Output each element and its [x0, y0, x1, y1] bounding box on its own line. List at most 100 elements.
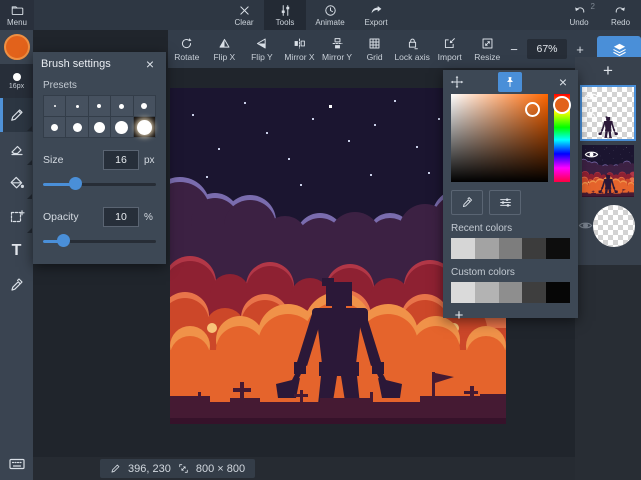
- zoom-out-button[interactable]: −: [506, 39, 522, 59]
- undo-button[interactable]: 2 Undo: [558, 0, 600, 30]
- brush-preset-4[interactable]: [111, 96, 132, 116]
- brush-preset-16[interactable]: [134, 117, 155, 137]
- eyedropper-icon: [9, 277, 25, 293]
- zoom-level[interactable]: 67%: [527, 39, 567, 59]
- brush-settings-close-icon[interactable]: ×: [142, 56, 158, 72]
- menu-button[interactable]: Menu: [0, 0, 34, 30]
- opacity-slider-thumb[interactable]: [57, 234, 70, 247]
- clock-icon: [324, 4, 337, 17]
- tool-eraser[interactable]: [0, 132, 33, 166]
- flip-y-label: Flip Y: [251, 52, 273, 62]
- flip-x-button[interactable]: Flip X: [206, 30, 244, 68]
- mirror-x-button[interactable]: Mirror X: [281, 30, 319, 68]
- size-slider[interactable]: [43, 177, 156, 191]
- opacity-input[interactable]: [103, 207, 139, 227]
- undo-count-badge: 2: [591, 2, 595, 11]
- keyboard-icon: [9, 458, 25, 470]
- hue-slider[interactable]: [554, 94, 570, 182]
- recent-colors-label: Recent colors: [451, 223, 570, 234]
- hue-selector[interactable]: [553, 96, 571, 114]
- brush-preset-6[interactable]: [44, 117, 65, 137]
- mirror-y-button[interactable]: Mirror Y: [318, 30, 356, 68]
- move-icon[interactable]: [450, 75, 464, 89]
- color-swatch[interactable]: [451, 282, 475, 303]
- clear-button[interactable]: Clear: [224, 0, 264, 30]
- color-swatch[interactable]: [499, 238, 523, 259]
- brush-preset-5[interactable]: [134, 96, 155, 116]
- tool-options-corner: [27, 160, 32, 165]
- brush-preset-3[interactable]: [89, 96, 110, 116]
- tool-options-corner: [27, 126, 32, 131]
- paint-bucket-icon: [9, 175, 25, 191]
- sb-selector[interactable]: [525, 102, 540, 117]
- tool-fill[interactable]: [0, 166, 33, 200]
- add-layer-button[interactable]: +: [575, 59, 641, 83]
- opacity-slider[interactable]: [43, 234, 156, 248]
- color-sliders-button[interactable]: [489, 190, 521, 215]
- resize-icon: [481, 37, 494, 50]
- tool-pencil[interactable]: [0, 98, 33, 132]
- lock-axis-button[interactable]: Lock axis: [393, 30, 431, 68]
- layer-visibility-icon[interactable]: [584, 89, 599, 104]
- size-label: Size: [43, 154, 103, 166]
- color-swatch[interactable]: [522, 282, 546, 303]
- tool-select[interactable]: [0, 200, 33, 234]
- animate-button[interactable]: Animate: [306, 0, 354, 30]
- layers-icon: [612, 42, 627, 57]
- pin-panel-button[interactable]: [498, 72, 522, 92]
- color-swatch[interactable]: [546, 282, 570, 303]
- custom-colors-label: Custom colors: [451, 267, 570, 278]
- layer-item-1[interactable]: [582, 87, 634, 139]
- eyedropper-button[interactable]: [451, 190, 483, 215]
- presets-label: Presets: [33, 76, 166, 93]
- layer-item-2[interactable]: [582, 145, 634, 197]
- brush-size-preview[interactable]: 16px: [0, 64, 33, 98]
- tool-options-corner: [27, 228, 32, 233]
- rotate-button[interactable]: Rotate: [168, 30, 206, 68]
- export-button[interactable]: Export: [354, 0, 398, 30]
- brush-preset-12[interactable]: [111, 117, 132, 137]
- color-picker-close-icon[interactable]: ×: [555, 74, 571, 90]
- layer-item-3[interactable]: [575, 203, 641, 249]
- color-swatch[interactable]: [522, 238, 546, 259]
- brush-preset-dot: [51, 124, 58, 131]
- size-input[interactable]: [103, 150, 139, 170]
- color-swatch[interactable]: [475, 282, 499, 303]
- redo-button[interactable]: Redo: [600, 0, 641, 30]
- add-custom-color-button[interactable]: +: [451, 307, 467, 324]
- saturation-brightness-field[interactable]: [451, 94, 548, 182]
- brush-preset-8[interactable]: [66, 117, 87, 137]
- zoom-in-button[interactable]: +: [572, 39, 588, 59]
- brush-preset-dot: [54, 105, 56, 107]
- brush-preset-10[interactable]: [89, 117, 110, 137]
- color-swatch[interactable]: [499, 282, 523, 303]
- current-color-well[interactable]: [0, 30, 33, 64]
- size-slider-thumb[interactable]: [69, 177, 82, 190]
- layers-sidebar: +: [575, 57, 641, 480]
- brush-preset-2[interactable]: [66, 96, 87, 116]
- tool-eyedropper[interactable]: [0, 268, 33, 302]
- color-swatch[interactable]: [475, 238, 499, 259]
- tool-text[interactable]: T: [0, 234, 33, 268]
- sliders-vertical-icon: [279, 4, 292, 17]
- shortcut-toggle[interactable]: [0, 458, 33, 470]
- alpha-lock-icon[interactable]: [585, 106, 598, 119]
- brush-preset-dot: [115, 121, 128, 134]
- share-icon: [370, 4, 383, 17]
- grid-button[interactable]: Grid: [356, 30, 394, 68]
- layer-visibility-icon-off[interactable]: [578, 218, 593, 233]
- brush-preset-1[interactable]: [44, 96, 65, 116]
- resize-button[interactable]: Resize: [469, 30, 507, 68]
- layer-visibility-icon[interactable]: [584, 147, 599, 162]
- import-button[interactable]: Import: [431, 30, 469, 68]
- eyedropper-icon: [461, 196, 474, 209]
- brush-settings-panel: Brush settings × Presets Size px Opacity…: [33, 52, 166, 264]
- import-label: Import: [438, 52, 462, 62]
- flip-y-button[interactable]: Flip Y: [243, 30, 281, 68]
- redo-icon: [614, 4, 627, 17]
- tools-button[interactable]: Tools: [264, 0, 306, 30]
- color-swatch[interactable]: [451, 238, 475, 259]
- grid-icon: [368, 37, 381, 50]
- brush-dot-icon: [13, 73, 21, 81]
- color-swatch[interactable]: [546, 238, 570, 259]
